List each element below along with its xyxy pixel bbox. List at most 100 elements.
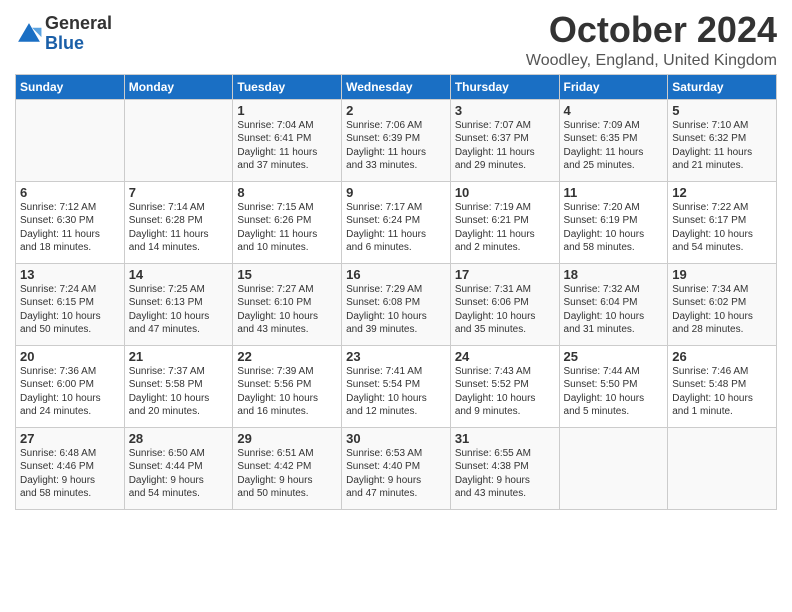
calendar-cell: 5Sunrise: 7:10 AM Sunset: 6:32 PM Daylig… <box>668 99 777 181</box>
calendar-cell: 21Sunrise: 7:37 AM Sunset: 5:58 PM Dayli… <box>124 345 233 427</box>
col-saturday: Saturday <box>668 74 777 99</box>
day-number: 5 <box>672 103 772 118</box>
col-thursday: Thursday <box>450 74 559 99</box>
cell-info: Sunrise: 7:09 AM Sunset: 6:35 PM Dayligh… <box>564 119 664 173</box>
calendar-cell: 24Sunrise: 7:43 AM Sunset: 5:52 PM Dayli… <box>450 345 559 427</box>
page-container: General Blue October 2024 Woodley, Engla… <box>0 0 792 515</box>
month-title: October 2024 <box>526 10 777 50</box>
col-wednesday: Wednesday <box>342 74 451 99</box>
week-row-1: 1Sunrise: 7:04 AM Sunset: 6:41 PM Daylig… <box>16 99 777 181</box>
logo-icon <box>15 20 43 48</box>
calendar-cell: 23Sunrise: 7:41 AM Sunset: 5:54 PM Dayli… <box>342 345 451 427</box>
day-number: 12 <box>672 185 772 200</box>
logo-text: General Blue <box>45 14 112 54</box>
calendar-cell: 9Sunrise: 7:17 AM Sunset: 6:24 PM Daylig… <box>342 181 451 263</box>
day-number: 6 <box>20 185 120 200</box>
day-number: 22 <box>237 349 337 364</box>
cell-info: Sunrise: 6:48 AM Sunset: 4:46 PM Dayligh… <box>20 447 120 501</box>
cell-info: Sunrise: 7:46 AM Sunset: 5:48 PM Dayligh… <box>672 365 772 419</box>
calendar-cell <box>16 99 125 181</box>
day-number: 29 <box>237 431 337 446</box>
col-friday: Friday <box>559 74 668 99</box>
day-number: 19 <box>672 267 772 282</box>
cell-info: Sunrise: 7:04 AM Sunset: 6:41 PM Dayligh… <box>237 119 337 173</box>
cell-info: Sunrise: 6:51 AM Sunset: 4:42 PM Dayligh… <box>237 447 337 501</box>
cell-info: Sunrise: 7:24 AM Sunset: 6:15 PM Dayligh… <box>20 283 120 337</box>
logo-general: General <box>45 14 112 34</box>
calendar-cell: 12Sunrise: 7:22 AM Sunset: 6:17 PM Dayli… <box>668 181 777 263</box>
cell-info: Sunrise: 7:12 AM Sunset: 6:30 PM Dayligh… <box>20 201 120 255</box>
day-number: 14 <box>129 267 229 282</box>
day-number: 2 <box>346 103 446 118</box>
day-number: 15 <box>237 267 337 282</box>
cell-info: Sunrise: 7:32 AM Sunset: 6:04 PM Dayligh… <box>564 283 664 337</box>
cell-info: Sunrise: 7:20 AM Sunset: 6:19 PM Dayligh… <box>564 201 664 255</box>
col-monday: Monday <box>124 74 233 99</box>
cell-info: Sunrise: 7:14 AM Sunset: 6:28 PM Dayligh… <box>129 201 229 255</box>
day-number: 24 <box>455 349 555 364</box>
cell-info: Sunrise: 7:37 AM Sunset: 5:58 PM Dayligh… <box>129 365 229 419</box>
calendar-cell: 26Sunrise: 7:46 AM Sunset: 5:48 PM Dayli… <box>668 345 777 427</box>
col-sunday: Sunday <box>16 74 125 99</box>
cell-info: Sunrise: 6:50 AM Sunset: 4:44 PM Dayligh… <box>129 447 229 501</box>
calendar-cell: 22Sunrise: 7:39 AM Sunset: 5:56 PM Dayli… <box>233 345 342 427</box>
calendar-cell: 16Sunrise: 7:29 AM Sunset: 6:08 PM Dayli… <box>342 263 451 345</box>
cell-info: Sunrise: 7:10 AM Sunset: 6:32 PM Dayligh… <box>672 119 772 173</box>
calendar-cell: 3Sunrise: 7:07 AM Sunset: 6:37 PM Daylig… <box>450 99 559 181</box>
cell-info: Sunrise: 6:53 AM Sunset: 4:40 PM Dayligh… <box>346 447 446 501</box>
week-row-4: 20Sunrise: 7:36 AM Sunset: 6:00 PM Dayli… <box>16 345 777 427</box>
calendar-cell: 19Sunrise: 7:34 AM Sunset: 6:02 PM Dayli… <box>668 263 777 345</box>
day-number: 20 <box>20 349 120 364</box>
calendar-cell <box>124 99 233 181</box>
calendar-cell: 30Sunrise: 6:53 AM Sunset: 4:40 PM Dayli… <box>342 427 451 509</box>
calendar-cell: 6Sunrise: 7:12 AM Sunset: 6:30 PM Daylig… <box>16 181 125 263</box>
calendar-cell: 10Sunrise: 7:19 AM Sunset: 6:21 PM Dayli… <box>450 181 559 263</box>
calendar-cell: 28Sunrise: 6:50 AM Sunset: 4:44 PM Dayli… <box>124 427 233 509</box>
cell-info: Sunrise: 7:07 AM Sunset: 6:37 PM Dayligh… <box>455 119 555 173</box>
cell-info: Sunrise: 7:29 AM Sunset: 6:08 PM Dayligh… <box>346 283 446 337</box>
cell-info: Sunrise: 7:15 AM Sunset: 6:26 PM Dayligh… <box>237 201 337 255</box>
cell-info: Sunrise: 7:41 AM Sunset: 5:54 PM Dayligh… <box>346 365 446 419</box>
logo-blue: Blue <box>45 34 112 54</box>
day-number: 31 <box>455 431 555 446</box>
calendar-cell <box>668 427 777 509</box>
calendar-cell: 14Sunrise: 7:25 AM Sunset: 6:13 PM Dayli… <box>124 263 233 345</box>
day-number: 11 <box>564 185 664 200</box>
day-number: 8 <box>237 185 337 200</box>
header-row: Sunday Monday Tuesday Wednesday Thursday… <box>16 74 777 99</box>
cell-info: Sunrise: 7:06 AM Sunset: 6:39 PM Dayligh… <box>346 119 446 173</box>
day-number: 16 <box>346 267 446 282</box>
calendar-cell: 29Sunrise: 6:51 AM Sunset: 4:42 PM Dayli… <box>233 427 342 509</box>
day-number: 26 <box>672 349 772 364</box>
cell-info: Sunrise: 7:39 AM Sunset: 5:56 PM Dayligh… <box>237 365 337 419</box>
calendar-cell: 20Sunrise: 7:36 AM Sunset: 6:00 PM Dayli… <box>16 345 125 427</box>
calendar-cell: 11Sunrise: 7:20 AM Sunset: 6:19 PM Dayli… <box>559 181 668 263</box>
calendar-cell: 25Sunrise: 7:44 AM Sunset: 5:50 PM Dayli… <box>559 345 668 427</box>
day-number: 23 <box>346 349 446 364</box>
day-number: 7 <box>129 185 229 200</box>
day-number: 21 <box>129 349 229 364</box>
calendar-cell: 2Sunrise: 7:06 AM Sunset: 6:39 PM Daylig… <box>342 99 451 181</box>
calendar-cell: 7Sunrise: 7:14 AM Sunset: 6:28 PM Daylig… <box>124 181 233 263</box>
calendar-cell: 15Sunrise: 7:27 AM Sunset: 6:10 PM Dayli… <box>233 263 342 345</box>
cell-info: Sunrise: 7:25 AM Sunset: 6:13 PM Dayligh… <box>129 283 229 337</box>
logo: General Blue <box>15 14 112 54</box>
title-block: October 2024 Woodley, England, United Ki… <box>526 10 777 70</box>
day-number: 1 <box>237 103 337 118</box>
day-number: 30 <box>346 431 446 446</box>
calendar-cell: 1Sunrise: 7:04 AM Sunset: 6:41 PM Daylig… <box>233 99 342 181</box>
cell-info: Sunrise: 6:55 AM Sunset: 4:38 PM Dayligh… <box>455 447 555 501</box>
cell-info: Sunrise: 7:34 AM Sunset: 6:02 PM Dayligh… <box>672 283 772 337</box>
calendar-cell: 17Sunrise: 7:31 AM Sunset: 6:06 PM Dayli… <box>450 263 559 345</box>
day-number: 10 <box>455 185 555 200</box>
cell-info: Sunrise: 7:22 AM Sunset: 6:17 PM Dayligh… <box>672 201 772 255</box>
calendar-cell: 27Sunrise: 6:48 AM Sunset: 4:46 PM Dayli… <box>16 427 125 509</box>
cell-info: Sunrise: 7:31 AM Sunset: 6:06 PM Dayligh… <box>455 283 555 337</box>
day-number: 4 <box>564 103 664 118</box>
header: General Blue October 2024 Woodley, Engla… <box>15 10 777 70</box>
cell-info: Sunrise: 7:17 AM Sunset: 6:24 PM Dayligh… <box>346 201 446 255</box>
cell-info: Sunrise: 7:36 AM Sunset: 6:00 PM Dayligh… <box>20 365 120 419</box>
cell-info: Sunrise: 7:44 AM Sunset: 5:50 PM Dayligh… <box>564 365 664 419</box>
location: Woodley, England, United Kingdom <box>526 52 777 70</box>
day-number: 25 <box>564 349 664 364</box>
